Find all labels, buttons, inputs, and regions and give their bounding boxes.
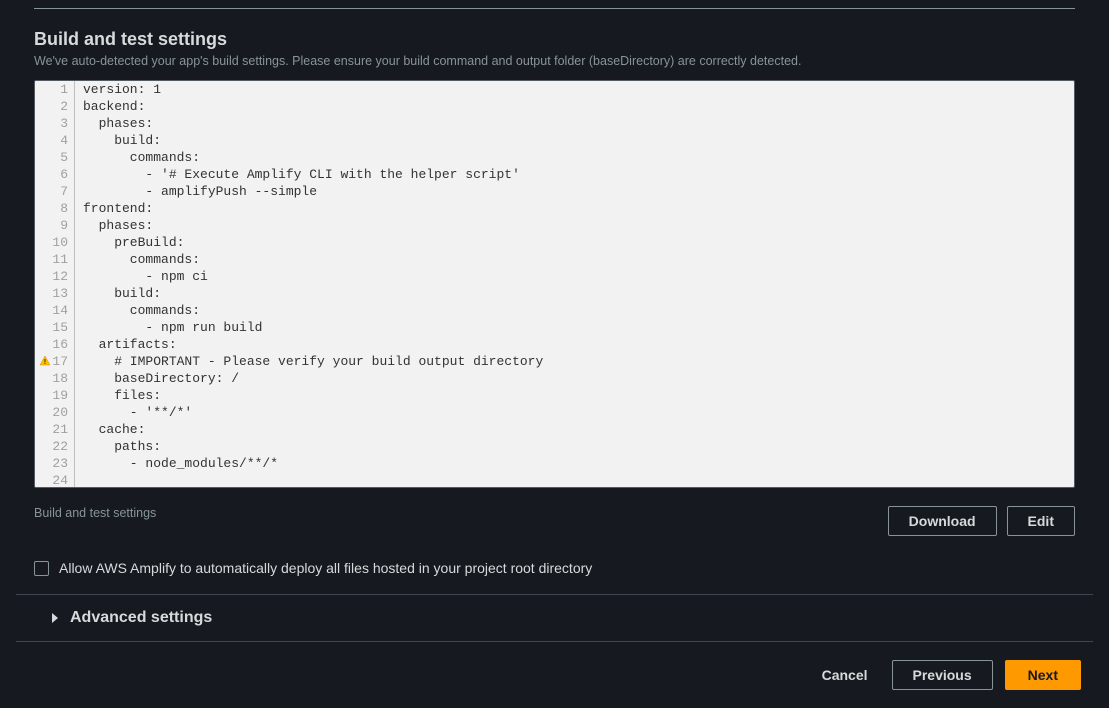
gutter-line: 18	[35, 370, 68, 387]
section-title: Build and test settings	[34, 29, 1075, 50]
gutter-line: 5	[35, 149, 68, 166]
code-line: commands:	[83, 251, 1066, 268]
gutter-line: 23	[35, 455, 68, 472]
code-line: files:	[83, 387, 1066, 404]
gutter-line: 9	[35, 217, 68, 234]
previous-button[interactable]: Previous	[892, 660, 993, 690]
gutter-line: 12	[35, 268, 68, 285]
code-line: phases:	[83, 217, 1066, 234]
gutter-line: 8	[35, 200, 68, 217]
code-line: - '**/*'	[83, 404, 1066, 421]
code-line: build:	[83, 132, 1066, 149]
code-line: phases:	[83, 115, 1066, 132]
gutter-line: 19	[35, 387, 68, 404]
gutter-line: 22	[35, 438, 68, 455]
editor-gutter: 123456789101112131415161718192021222324	[35, 81, 75, 487]
code-line: frontend:	[83, 200, 1066, 217]
code-line: cache:	[83, 421, 1066, 438]
gutter-line: 14	[35, 302, 68, 319]
code-line: - npm ci	[83, 268, 1066, 285]
allow-deploy-checkbox[interactable]	[34, 561, 49, 576]
cancel-button[interactable]: Cancel	[810, 661, 880, 689]
gutter-line: 24	[35, 472, 68, 488]
code-line: paths:	[83, 438, 1066, 455]
build-settings-panel: Build and test settings We've auto-detec…	[0, 8, 1109, 708]
gutter-line: 17	[35, 353, 68, 370]
code-line: - npm run build	[83, 319, 1066, 336]
gutter-line: 1	[35, 81, 68, 98]
wizard-footer: Cancel Previous Next	[0, 642, 1109, 708]
advanced-settings-label: Advanced settings	[70, 609, 212, 627]
code-line: version: 1	[83, 81, 1066, 98]
gutter-line: 13	[35, 285, 68, 302]
gutter-line: 21	[35, 421, 68, 438]
gutter-line: 6	[35, 166, 68, 183]
editor-footer-label: Build and test settings	[34, 506, 156, 520]
gutter-line: 20	[35, 404, 68, 421]
code-line	[83, 472, 1066, 488]
yaml-editor[interactable]: 123456789101112131415161718192021222324 …	[34, 80, 1075, 488]
gutter-line: 7	[35, 183, 68, 200]
next-button[interactable]: Next	[1005, 660, 1081, 690]
gutter-line: 2	[35, 98, 68, 115]
editor-footer-row: Build and test settings Download Edit	[34, 506, 1075, 536]
code-line: - amplifyPush --simple	[83, 183, 1066, 200]
build-settings-section: Build and test settings We've auto-detec…	[0, 9, 1109, 536]
editor-button-row: Download Edit	[888, 506, 1075, 536]
code-line: # IMPORTANT - Please verify your build o…	[83, 353, 1066, 370]
code-line: - '# Execute Amplify CLI with the helper…	[83, 166, 1066, 183]
gutter-line: 3	[35, 115, 68, 132]
section-subtitle: We've auto-detected your app's build set…	[34, 54, 1075, 68]
code-line: preBuild:	[83, 234, 1066, 251]
code-line: build:	[83, 285, 1066, 302]
edit-button[interactable]: Edit	[1007, 506, 1075, 536]
gutter-line: 10	[35, 234, 68, 251]
gutter-line: 15	[35, 319, 68, 336]
allow-deploy-row: Allow AWS Amplify to automatically deplo…	[34, 560, 1075, 576]
code-line: - node_modules/**/*	[83, 455, 1066, 472]
gutter-line: 11	[35, 251, 68, 268]
code-line: backend:	[83, 98, 1066, 115]
download-button[interactable]: Download	[888, 506, 997, 536]
code-line: artifacts:	[83, 336, 1066, 353]
allow-deploy-label: Allow AWS Amplify to automatically deplo…	[59, 560, 592, 576]
advanced-settings-toggle[interactable]: Advanced settings	[16, 594, 1093, 642]
code-line: commands:	[83, 149, 1066, 166]
editor-code-area[interactable]: version: 1backend: phases: build: comman…	[75, 81, 1074, 487]
caret-right-icon	[50, 612, 60, 624]
gutter-line: 16	[35, 336, 68, 353]
code-line: commands:	[83, 302, 1066, 319]
gutter-line: 4	[35, 132, 68, 149]
code-line: baseDirectory: /	[83, 370, 1066, 387]
